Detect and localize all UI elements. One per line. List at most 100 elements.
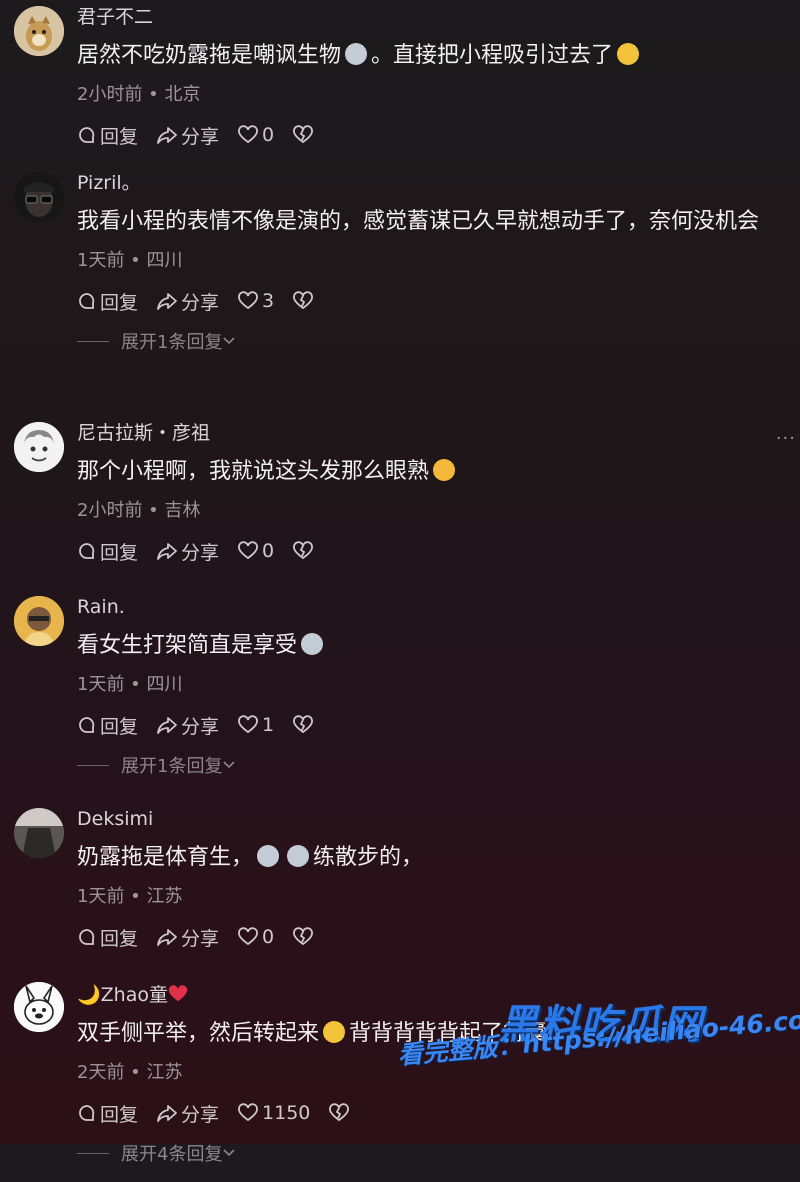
avatar[interactable] — [14, 172, 64, 222]
reply-button[interactable]: 回复 — [77, 538, 138, 565]
chat-bubble-icon — [79, 543, 95, 559]
share-arrow-icon — [157, 1105, 177, 1122]
like-button[interactable]: 1150 — [237, 1102, 310, 1124]
chat-bubble-icon — [79, 1105, 95, 1121]
grin-emoji-icon — [617, 43, 640, 65]
share-arrow-icon — [157, 127, 177, 144]
comment-actions: 回复 分享 0 — [77, 536, 776, 566]
dislike-button[interactable] — [292, 541, 317, 561]
like-button[interactable]: 0 — [237, 540, 274, 562]
expand-replies-button[interactable]: 展开1条回复 — [77, 328, 776, 354]
comment-meta: 1天前 • 江苏 — [77, 886, 183, 907]
username[interactable]: Pizril。 — [77, 170, 776, 196]
username[interactable]: Deksimi — [77, 806, 776, 832]
chat-bubble-icon — [79, 293, 95, 309]
heart-icon — [238, 927, 258, 946]
rabbit-avatar-icon — [14, 982, 64, 1032]
dizzy-emoji-icon — [323, 1021, 346, 1043]
cartoon-character-avatar-icon — [14, 596, 64, 646]
comment-meta: 1天前 • 四川 — [77, 250, 183, 271]
comment-text: 居然不吃奶露拖是嘲讽生物 。直接把小程吸引过去了 — [77, 36, 776, 76]
comment-item: 尼古拉斯・彦祖 那个小程啊，我就说这头发那么眼熟 2小时前 • 吉林 回复 分享… — [0, 412, 800, 582]
broken-heart-icon — [293, 715, 314, 734]
username[interactable]: Rain. — [77, 594, 776, 620]
share-button[interactable]: 分享 — [156, 538, 219, 565]
comment-item: Rain. 看女生打架简直是享受 1天前 • 四川 回复 分享 1 展开1条回复 — [0, 582, 800, 796]
broken-heart-icon — [293, 541, 314, 560]
dislike-button[interactable] — [292, 125, 317, 145]
comment-text: 奶露拖是体育生， 练散步的， — [77, 845, 424, 870]
comment-meta: 2小时前 • 吉林 — [77, 500, 201, 521]
share-button[interactable]: 分享 — [156, 1100, 219, 1127]
divider — [77, 1152, 109, 1154]
comment-text: 看女生打架简直是享受 — [77, 626, 776, 666]
comment-meta: 1天前 • 四川 — [77, 674, 183, 695]
more-options-icon[interactable]: ··· — [776, 428, 796, 449]
chevron-down-icon — [223, 761, 236, 769]
dog-avatar-icon — [14, 6, 64, 56]
share-button[interactable]: 分享 — [156, 288, 219, 315]
heart-icon — [238, 125, 258, 144]
reply-button[interactable]: 回复 — [77, 924, 138, 951]
username[interactable]: 君子不二 — [77, 4, 776, 30]
like-button[interactable]: 0 — [237, 926, 274, 948]
dislike-button[interactable] — [292, 291, 317, 311]
share-button[interactable]: 分享 — [156, 712, 219, 739]
share-arrow-icon — [157, 543, 177, 560]
dislike-button[interactable] — [328, 1103, 353, 1123]
comment-item: Pizril。 我看小程的表情不像是演的，感觉蓄谋已久早就想动手了，奈何没机会 … — [0, 166, 800, 412]
divider — [77, 764, 109, 766]
reply-button[interactable]: 回复 — [77, 122, 138, 149]
cartoon-face-avatar-icon — [14, 422, 64, 472]
avatar[interactable] — [14, 596, 64, 646]
chevron-down-icon — [223, 1149, 236, 1157]
cat-emoji-icon — [287, 845, 310, 867]
reply-button[interactable]: 回复 — [77, 288, 138, 315]
avatar[interactable] — [14, 808, 64, 858]
comment-actions: 回复 分享 3 — [77, 286, 776, 316]
cat-emoji-icon — [257, 845, 280, 867]
photo-avatar-icon — [14, 808, 64, 858]
chat-bubble-icon — [79, 717, 95, 733]
divider — [77, 340, 109, 342]
share-button[interactable]: 分享 — [156, 924, 219, 951]
comment-text: 我看小程的表情不像是演的，感觉蓄谋已久早就想动手了，奈何没机会 — [77, 209, 760, 234]
reply-button[interactable]: 回复 — [77, 1100, 138, 1127]
comment-actions: 回复 分享 1150 — [77, 1098, 776, 1128]
share-arrow-icon — [157, 293, 177, 310]
share-button[interactable]: 分享 — [156, 122, 219, 149]
dislike-button[interactable] — [292, 927, 317, 947]
avatar[interactable] — [14, 982, 64, 1032]
like-button[interactable]: 3 — [237, 290, 274, 312]
heart-icon — [238, 291, 258, 310]
comment-actions: 回复 分享 0 — [77, 120, 776, 150]
broken-heart-icon — [329, 1103, 350, 1122]
comment-text: 那个小程啊，我就说这头发那么眼熟 — [77, 452, 776, 492]
broken-heart-icon — [293, 125, 314, 144]
laugh-cry-emoji-icon — [433, 459, 456, 481]
reply-button[interactable]: 回复 — [77, 712, 138, 739]
heart-icon — [238, 1103, 258, 1122]
chevron-down-icon — [223, 337, 236, 345]
broken-heart-icon — [293, 291, 314, 310]
comment-actions: 回复 分享 1 — [77, 710, 776, 740]
like-button[interactable]: 1 — [237, 714, 274, 736]
broken-heart-icon — [293, 927, 314, 946]
avatar[interactable] — [14, 6, 64, 56]
cat-emoji-icon — [345, 43, 368, 65]
heart-icon — [238, 715, 258, 734]
share-arrow-icon — [157, 929, 177, 946]
person-glasses-avatar-icon — [14, 172, 64, 222]
like-button[interactable]: 0 — [237, 124, 274, 146]
username[interactable]: 尼古拉斯・彦祖 — [77, 420, 776, 446]
avatar[interactable] — [14, 422, 64, 472]
dislike-button[interactable] — [292, 715, 317, 735]
share-arrow-icon — [157, 717, 177, 734]
cat-emoji-icon — [301, 633, 324, 655]
expand-replies-button[interactable]: 展开1条回复 — [77, 752, 776, 778]
comment-actions: 回复 分享 0 — [77, 922, 776, 952]
red-heart-icon — [168, 985, 188, 1002]
heart-icon — [238, 541, 258, 560]
comment-item: Deksimi 奶露拖是体育生， 练散步的， 1天前 • 江苏 回复 分享 0 — [0, 796, 800, 968]
comment-meta: 2小时前 • 北京 — [77, 84, 201, 105]
